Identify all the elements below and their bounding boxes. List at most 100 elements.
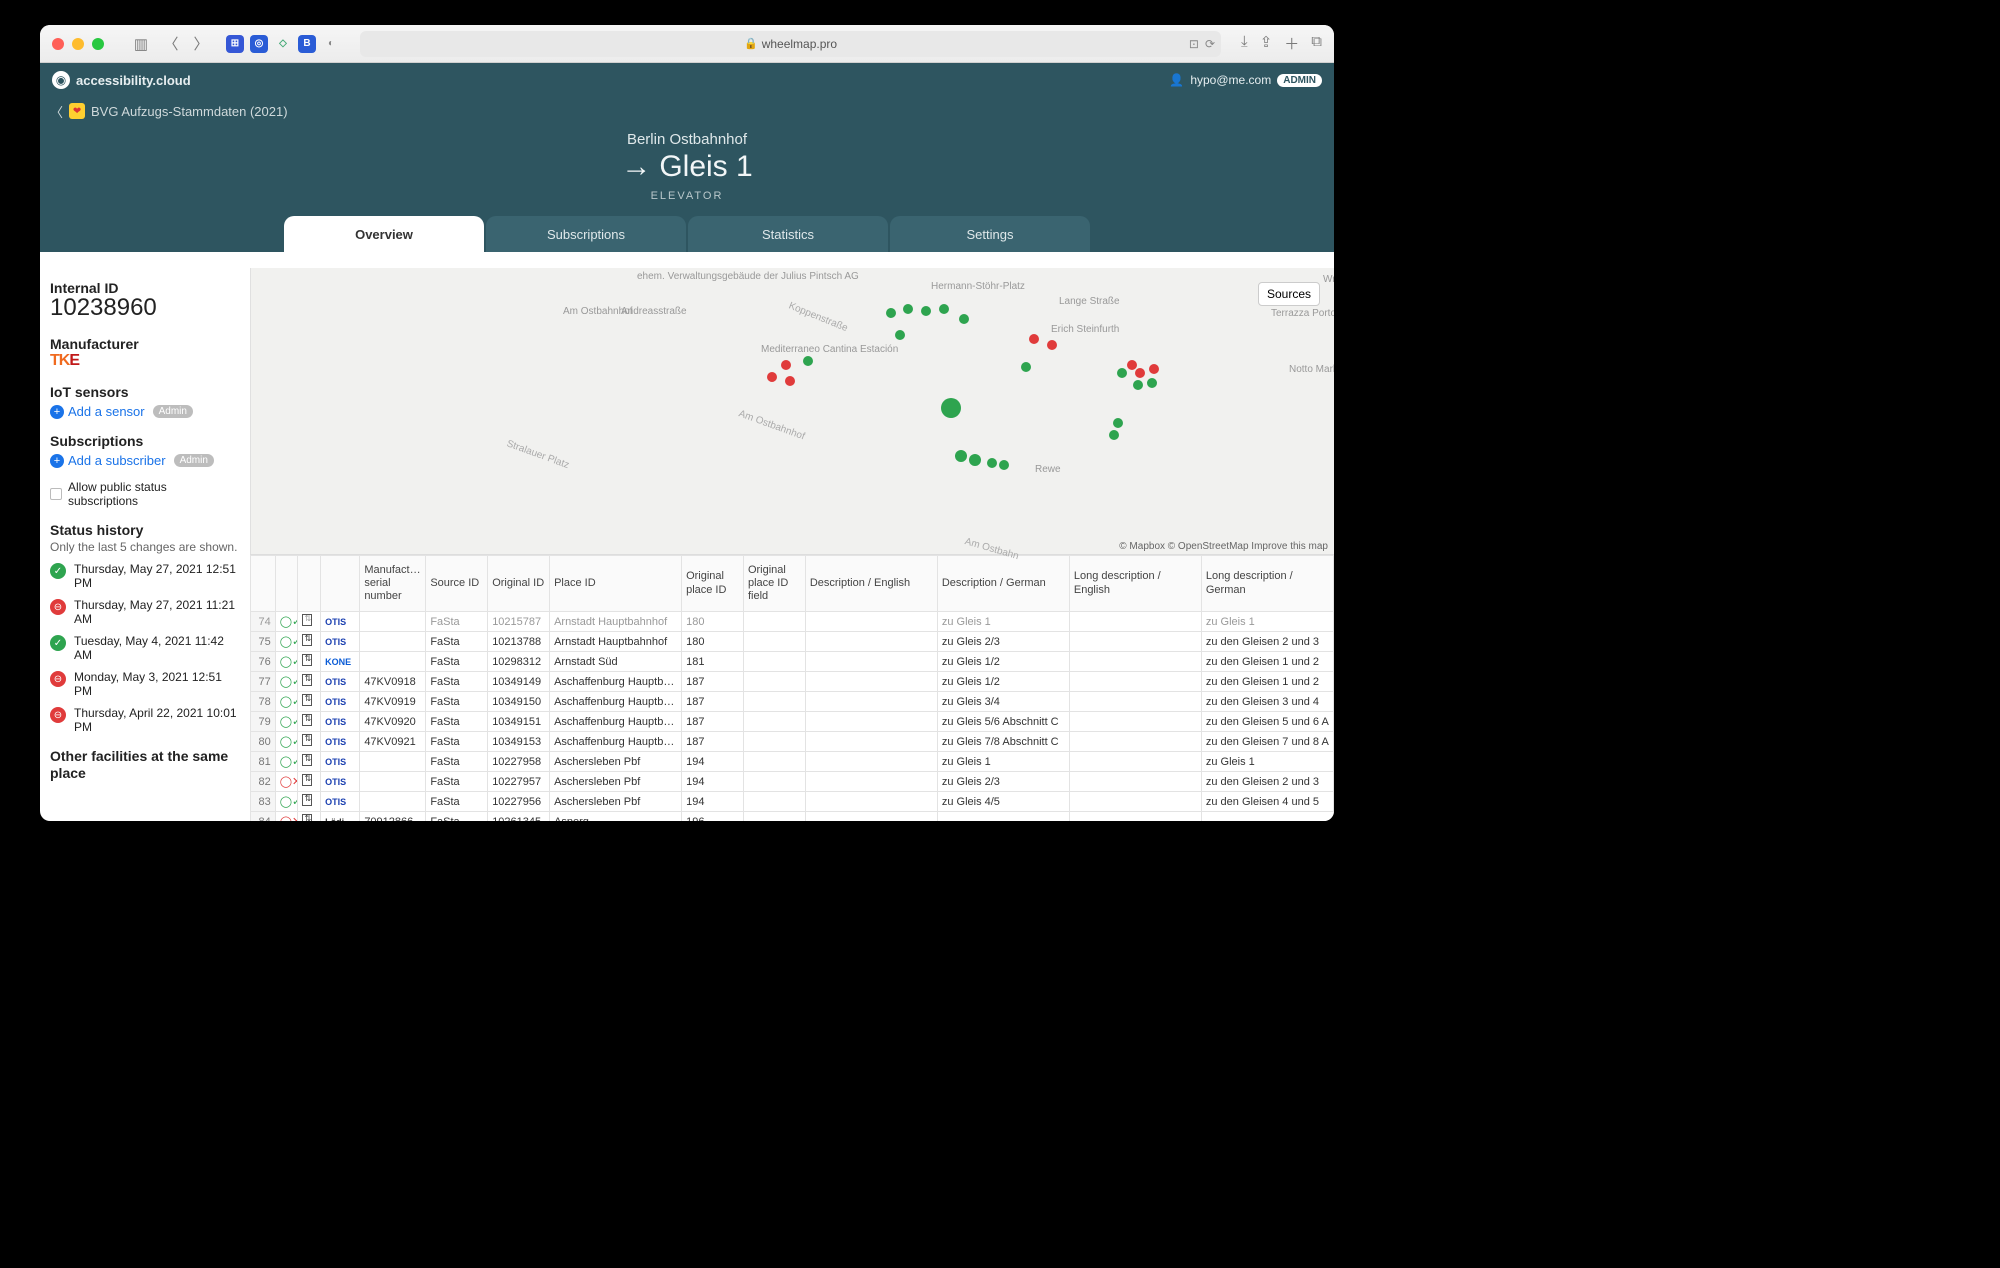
row-status-icon: ◯✓ <box>275 712 298 732</box>
table-row[interactable]: 76◯✓KONEFaSta10298312Arnstadt Süd181zu G… <box>251 652 1334 672</box>
map-status-marker[interactable] <box>1117 368 1127 378</box>
history-item[interactable]: ⊖Thursday, April 22, 2021 10:01 PM <box>50 706 240 734</box>
row-index: 74 <box>251 612 276 632</box>
row-status-icon: ◯✓ <box>275 732 298 752</box>
desc-de-cell: zu Gleis 3/4 <box>937 692 1069 712</box>
ext-icon-4[interactable]: B <box>298 35 316 53</box>
map-status-marker[interactable] <box>767 372 777 382</box>
map-status-marker[interactable] <box>987 458 997 468</box>
data-table[interactable]: Manufacturer serial numberSource IDOrigi… <box>250 554 1334 821</box>
column-header[interactable] <box>275 556 298 612</box>
column-header[interactable]: Long description / German <box>1201 556 1333 612</box>
tab-settings[interactable]: Settings <box>890 216 1090 252</box>
history-item[interactable]: ⊖Monday, May 3, 2021 12:51 PM <box>50 670 240 698</box>
map-status-marker[interactable] <box>969 454 981 466</box>
ext-icon-1[interactable]: ⊞ <box>226 35 244 53</box>
map-status-marker[interactable] <box>1149 364 1159 374</box>
table-row[interactable]: 84◯✕Lödi…70912866FaSta10261345Asperg196 <box>251 812 1334 822</box>
map-road-label: Stralauer Platz <box>505 438 570 471</box>
table-row[interactable]: 81◯✓OTISFaSta10227958Aschersleben Pbf194… <box>251 752 1334 772</box>
translate-icon[interactable]: ⊡ <box>1189 37 1199 51</box>
maximize-window-button[interactable] <box>92 38 104 50</box>
add-sensor-link[interactable]: + Add a sensor Admin <box>50 404 240 419</box>
nav-back-button[interactable]: 〈 <box>160 33 182 55</box>
table-row[interactable]: 83◯✓OTISFaSta10227956Aschersleben Pbf194… <box>251 792 1334 812</box>
map-status-marker[interactable] <box>1147 378 1157 388</box>
minimize-window-button[interactable] <box>72 38 84 50</box>
address-bar[interactable]: 🔒 wheelmap.pro ⊡ ⟳ <box>360 31 1221 57</box>
map-status-marker[interactable] <box>1133 380 1143 390</box>
column-header[interactable]: Original place ID field <box>743 556 805 612</box>
column-header[interactable] <box>251 556 276 612</box>
table-row[interactable]: 79◯✓OTIS47KV0920FaSta10349151Aschaffenbu… <box>251 712 1334 732</box>
add-subscriber-link[interactable]: + Add a subscriber Admin <box>50 453 240 468</box>
column-header[interactable]: Manufacturer serial number <box>360 556 426 612</box>
main-panel: Sources © Mapbox © OpenStreetMap Improve… <box>250 268 1334 821</box>
source-id-cell: FaSta <box>426 692 488 712</box>
map-status-marker[interactable] <box>955 450 967 462</box>
share-icon[interactable]: ⇪ <box>1260 33 1273 54</box>
breadcrumb-back-icon[interactable]: 〈 <box>50 102 63 121</box>
ext-icon-5[interactable]: ◐ <box>322 35 340 53</box>
column-header[interactable]: Original ID <box>488 556 550 612</box>
downloads-icon[interactable]: ⤓ <box>1241 33 1248 54</box>
map-status-marker[interactable] <box>785 376 795 386</box>
tabs-overview-icon[interactable]: ⧉ <box>1311 33 1322 54</box>
map-status-marker[interactable] <box>1021 362 1031 372</box>
map-status-marker[interactable] <box>939 304 949 314</box>
table-row[interactable]: 77◯✓OTIS47KV0918FaSta10349149Aschaffenbu… <box>251 672 1334 692</box>
breadcrumb[interactable]: BVG Aufzugs-Stammdaten (2021) <box>91 104 288 119</box>
map-status-marker[interactable] <box>1109 430 1119 440</box>
serial-cell <box>360 632 426 652</box>
original-place-id-field-cell <box>743 632 805 652</box>
column-header[interactable] <box>321 556 360 612</box>
map-status-marker[interactable] <box>895 330 905 340</box>
reload-icon[interactable]: ⟳ <box>1205 37 1215 51</box>
map-status-marker[interactable] <box>999 460 1009 470</box>
new-tab-icon[interactable]: ＋ <box>1284 33 1299 54</box>
sidebar-toggle-icon[interactable]: ▥ <box>130 33 152 55</box>
map-status-marker[interactable] <box>781 360 791 370</box>
history-item[interactable]: ✓Thursday, May 27, 2021 12:51 PM <box>50 562 240 590</box>
map-status-marker[interactable] <box>803 356 813 366</box>
row-status-icon: ◯✕ <box>275 772 298 792</box>
source-id-cell: FaSta <box>426 732 488 752</box>
table-row[interactable]: 80◯✓OTIS47KV0921FaSta10349153Aschaffenbu… <box>251 732 1334 752</box>
longdesc-de-cell: zu den Gleisen 4 und 5 <box>1201 792 1333 812</box>
close-window-button[interactable] <box>52 38 64 50</box>
map-status-marker[interactable] <box>886 308 896 318</box>
table-row[interactable]: 82◯✕OTISFaSta10227957Aschersleben Pbf194… <box>251 772 1334 792</box>
table-row[interactable]: 75◯✓OTISFaSta10213788Arnstadt Hauptbahnh… <box>251 632 1334 652</box>
column-header[interactable]: Long description / English <box>1069 556 1201 612</box>
table-row[interactable]: 78◯✓OTIS47KV0919FaSta10349150Aschaffenbu… <box>251 692 1334 712</box>
map-status-marker[interactable] <box>1029 334 1039 344</box>
map-status-marker[interactable] <box>1135 368 1145 378</box>
column-header[interactable]: Original place ID <box>682 556 744 612</box>
ext-icon-3[interactable]: ◇ <box>274 35 292 53</box>
tab-overview[interactable]: Overview <box>284 216 484 252</box>
table-row[interactable]: 74◯✓OTISFaSta10215787Arnstadt Hauptbahnh… <box>251 612 1334 632</box>
column-header[interactable]: Place ID <box>550 556 682 612</box>
column-header[interactable]: Description / English <box>805 556 937 612</box>
nav-forward-button[interactable]: 〉 <box>190 33 212 55</box>
column-header[interactable]: Description / German <box>937 556 1069 612</box>
history-item[interactable]: ⊖Thursday, May 27, 2021 11:21 AM <box>50 598 240 626</box>
allow-public-checkbox[interactable]: Allow public status subscriptions <box>50 480 240 508</box>
map-view[interactable]: Sources © Mapbox © OpenStreetMap Improve… <box>250 268 1334 554</box>
original-place-id-field-cell <box>743 672 805 692</box>
map-status-marker[interactable] <box>1113 418 1123 428</box>
column-header[interactable] <box>298 556 321 612</box>
map-sources-button[interactable]: Sources <box>1258 282 1320 306</box>
tab-statistics[interactable]: Statistics <box>688 216 888 252</box>
tab-subscriptions[interactable]: Subscriptions <box>486 216 686 252</box>
map-status-marker[interactable] <box>903 304 913 314</box>
map-status-marker[interactable] <box>941 398 961 418</box>
user-email[interactable]: hypo@me.com <box>1190 73 1271 87</box>
column-header[interactable]: Source ID <box>426 556 488 612</box>
map-status-marker[interactable] <box>1047 340 1057 350</box>
map-status-marker[interactable] <box>921 306 931 316</box>
ext-icon-2[interactable]: ◎ <box>250 35 268 53</box>
history-item[interactable]: ✓Tuesday, May 4, 2021 11:42 AM <box>50 634 240 662</box>
elevator-icon <box>298 672 321 692</box>
map-status-marker[interactable] <box>959 314 969 324</box>
